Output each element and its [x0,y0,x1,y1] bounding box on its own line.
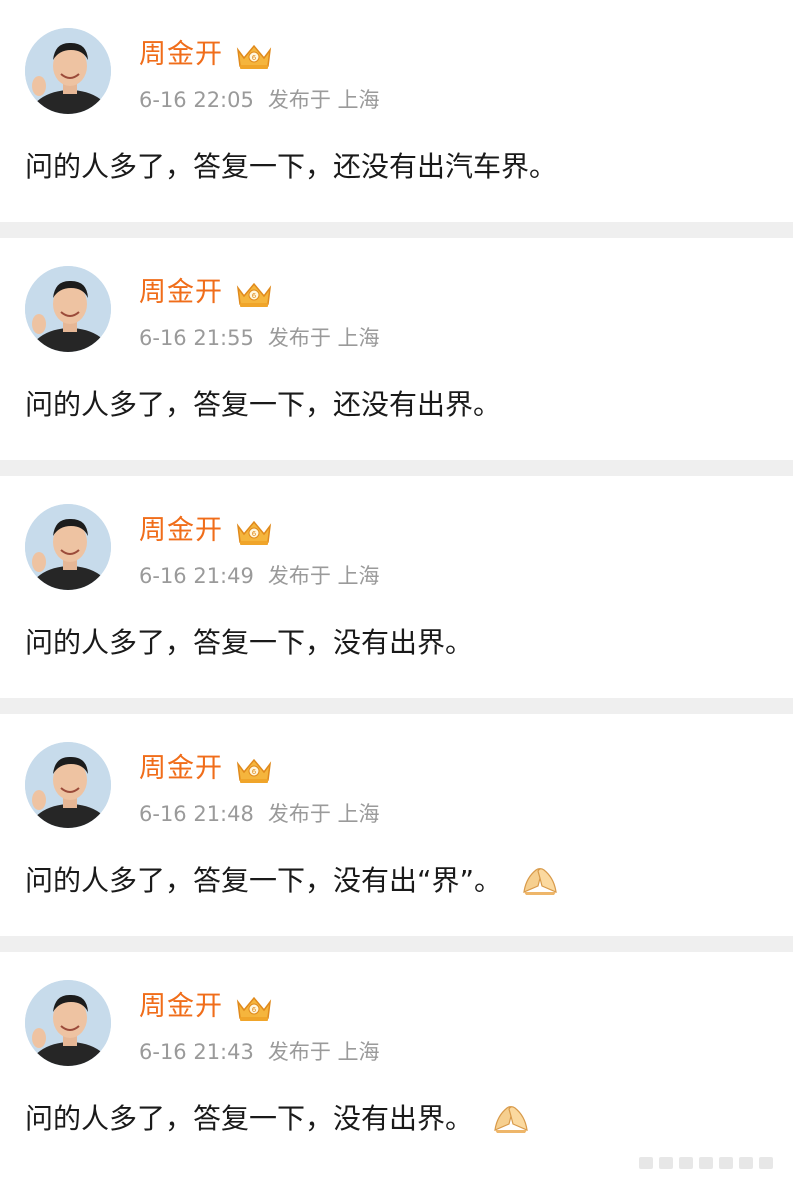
post-meta: 6-16 21:49 发布于 上海 [139,562,380,590]
post-location: 发布于 上海 [267,326,380,350]
post-meta: 6-16 22:05 发布于 上海 [139,86,380,114]
post-location: 发布于 上海 [267,88,380,112]
avatar[interactable] [25,742,111,828]
avatar[interactable] [25,28,111,114]
svg-text:6: 6 [252,530,257,538]
avatar[interactable] [25,266,111,352]
post-location: 发布于 上海 [267,564,380,588]
username[interactable]: 周金开 [139,276,223,310]
post-card[interactable]: 周金开 6 6-16 21:55 发布于 上海 问的人多了，答复一下，还没有出界。 [0,238,793,460]
post-time: 6-16 21:43 [139,1040,254,1064]
divider [0,460,793,476]
post-card[interactable]: 周金开 6 6-16 22:05 发布于 上海 问的人多了，答复一下，还没有出汽车… [0,0,793,222]
svg-text:6: 6 [252,292,257,300]
watermark-logo [639,1157,773,1169]
avatar-image [25,266,111,352]
post-text-content: 问的人多了，答复一下，没有出界。 [25,1102,474,1135]
post-feed: 周金开 6 6-16 22:05 发布于 上海 问的人多了，答复一下，还没有出汽车… [0,0,793,1178]
avatar-image [25,980,111,1066]
post-text[interactable]: 问的人多了，答复一下，还没有出界。 [25,386,501,424]
post-meta: 6-16 21:43 发布于 上海 [139,1038,380,1066]
post-card[interactable]: 周金开 6 6-16 21:49 发布于 上海 问的人多了，答复一下，没有出界。 [0,476,793,698]
avatar[interactable] [25,980,111,1066]
post-location: 发布于 上海 [267,1040,380,1064]
post-meta: 6-16 21:48 发布于 上海 [139,800,380,828]
svg-text:6: 6 [252,1006,257,1014]
post-text[interactable]: 问的人多了，答复一下，没有出界。 [25,1100,531,1138]
avatar-image [25,742,111,828]
username[interactable]: 周金开 [139,990,223,1024]
post-time: 6-16 22:05 [139,88,254,112]
divider [0,222,793,238]
post-text-content: 问的人多了，答复一下，没有出界。 [25,626,474,659]
avatar-image [25,28,111,114]
avatar-image [25,504,111,590]
post-text[interactable]: 问的人多了，答复一下，还没有出汽车界。 [25,148,557,186]
post-time: 6-16 21:55 [139,326,254,350]
username[interactable]: 周金开 [139,752,223,786]
crown-badge-icon: 6 [236,44,272,69]
crown-badge-icon: 6 [236,996,272,1021]
pinched-hands-emoji-icon [494,1106,528,1133]
post-location: 发布于 上海 [267,802,380,826]
divider [0,698,793,714]
svg-text:6: 6 [252,54,257,62]
post-time: 6-16 21:49 [139,564,254,588]
pinched-hands-emoji-icon [523,868,557,895]
post-card[interactable]: 周金开 6 6-16 21:48 发布于 上海 问的人多了，答复一下，没有出“界”… [0,714,793,936]
username[interactable]: 周金开 [139,514,223,548]
avatar[interactable] [25,504,111,590]
post-text[interactable]: 问的人多了，答复一下，没有出界。 [25,624,473,662]
crown-badge-icon: 6 [236,520,272,545]
post-text-content: 问的人多了，答复一下，还没有出汽车界。 [25,150,558,183]
post-time: 6-16 21:48 [139,802,254,826]
post-text[interactable]: 问的人多了，答复一下，没有出“界”。 [25,862,560,900]
post-card[interactable]: 周金开 6 6-16 21:43 发布于 上海 问的人多了，答复一下，没有出界。 [0,952,793,1174]
crown-badge-icon: 6 [236,282,272,307]
divider [0,936,793,952]
username[interactable]: 周金开 [139,38,223,72]
crown-badge-icon: 6 [236,758,272,783]
post-text-content: 问的人多了，答复一下，没有出“界”。 [25,864,503,897]
svg-text:6: 6 [252,768,257,776]
post-text-content: 问的人多了，答复一下，还没有出界。 [25,388,502,421]
post-meta: 6-16 21:55 发布于 上海 [139,324,380,352]
